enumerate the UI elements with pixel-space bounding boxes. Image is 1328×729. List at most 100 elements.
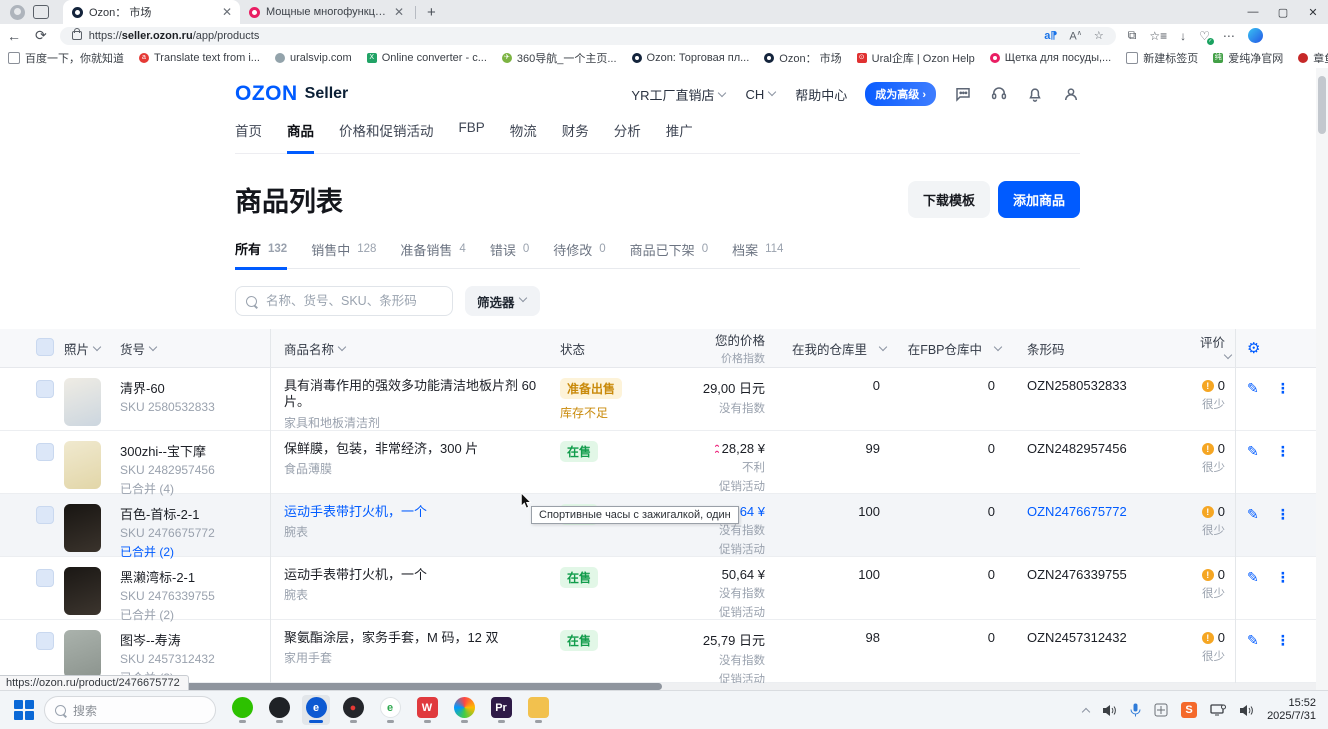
- sogou-input-icon[interactable]: S: [1181, 702, 1197, 718]
- taskbar-search[interactable]: 搜索: [44, 696, 216, 724]
- product-name[interactable]: 运动手表带打火机，一个: [284, 504, 560, 520]
- browser-tab-inactive[interactable]: Мощные многофункциональнь ✕: [240, 0, 412, 24]
- support-headset-icon[interactable]: [990, 85, 1008, 103]
- filter-tab[interactable]: 待修改0: [553, 239, 605, 268]
- chat-icon[interactable]: [954, 85, 972, 103]
- back-icon[interactable]: ←: [7, 28, 21, 44]
- browser-tab-active[interactable]: Ozon： 市场 ✕: [63, 0, 240, 24]
- display-device-icon[interactable]: [1210, 704, 1226, 717]
- row-more-icon[interactable]: ⋮: [1276, 557, 1290, 586]
- bookmark-item[interactable]: aTranslate text from i...: [139, 52, 260, 64]
- col-fbp-stock[interactable]: 在FBP仓库中: [890, 339, 1005, 358]
- edit-pencil-icon[interactable]: ✎: [1247, 431, 1259, 460]
- wechat-icon[interactable]: [228, 695, 256, 725]
- bookmark-item[interactable]: 章鱼AI: [1298, 50, 1328, 66]
- product-article[interactable]: 清界-60: [120, 378, 270, 397]
- nav-item-4[interactable]: 物流: [510, 120, 537, 154]
- edge-icon[interactable]: e: [302, 695, 330, 725]
- downloads-icon[interactable]: ↓: [1180, 29, 1186, 43]
- nav-item-3[interactable]: FBP: [459, 120, 485, 154]
- browser-profile-icon[interactable]: [10, 5, 25, 20]
- product-name[interactable]: 聚氨酯涂层，家务手套，M 码，12 双: [284, 630, 560, 646]
- store-selector[interactable]: YR工厂直销店: [631, 85, 727, 104]
- row-more-icon[interactable]: ⋮: [1276, 620, 1290, 649]
- row-checkbox[interactable]: [36, 443, 54, 461]
- filter-tab[interactable]: 准备销售4: [400, 239, 465, 268]
- tab-close-icon[interactable]: ✕: [394, 6, 404, 18]
- refresh-icon[interactable]: ⟳: [35, 27, 47, 44]
- collections-icon[interactable]: ☆≡: [1149, 29, 1167, 43]
- translate-icon[interactable]: a⁋: [1044, 29, 1057, 42]
- bookmark-item[interactable]: XOnline converter - c...: [367, 52, 487, 64]
- select-all-checkbox[interactable]: [36, 338, 54, 356]
- col-photo[interactable]: 照片: [64, 339, 120, 358]
- row-checkbox[interactable]: [36, 632, 54, 650]
- col-my-stock[interactable]: 在我的仓库里: [775, 339, 890, 358]
- row-more-icon[interactable]: ⋮: [1276, 368, 1290, 397]
- tray-chevron-up-icon[interactable]: [1081, 706, 1089, 714]
- speaker-icon[interactable]: [1239, 704, 1254, 717]
- close-button[interactable]: ✕: [1298, 0, 1328, 24]
- bookmark-item[interactable]: Ozon： 市场: [764, 50, 841, 66]
- vertical-scrollbar-thumb[interactable]: [1318, 76, 1326, 134]
- ie-icon[interactable]: e: [376, 695, 404, 725]
- barcode-value[interactable]: OZN2476675772: [1027, 504, 1127, 519]
- row-checkbox[interactable]: [36, 569, 54, 587]
- bookmark-item[interactable]: 纯爱纯净官网: [1213, 50, 1283, 66]
- split-screen-icon[interactable]: ⧉: [1128, 28, 1137, 43]
- table-settings-gear-icon[interactable]: ⚙: [1247, 339, 1260, 357]
- row-checkbox[interactable]: [36, 380, 54, 398]
- input-method-icon[interactable]: [1154, 703, 1168, 717]
- col-rating[interactable]: 评价: [1190, 332, 1235, 365]
- product-name[interactable]: 具有消毒作用的强效多功能清洁地板片剂 60 片。: [284, 378, 560, 411]
- nav-item-6[interactable]: 分析: [614, 120, 641, 154]
- nav-item-0[interactable]: 首页: [235, 120, 262, 154]
- row-more-icon[interactable]: ⋮: [1276, 494, 1290, 523]
- nav-item-5[interactable]: 财务: [562, 120, 589, 154]
- taskbar-clock[interactable]: 15:52 2025/7/31: [1267, 697, 1316, 723]
- address-bar[interactable]: https://seller.ozon.ru/app/products a⁋ A…: [60, 27, 1116, 45]
- help-center-link[interactable]: 帮助中心: [795, 85, 847, 104]
- read-aloud-icon[interactable]: A∧: [1069, 29, 1081, 43]
- browser-360-icon[interactable]: [450, 695, 478, 725]
- filter-tab[interactable]: 销售中128: [311, 239, 376, 268]
- product-article[interactable]: 图岑--寿涛: [120, 630, 270, 649]
- nav-item-products[interactable]: 商品: [287, 120, 314, 154]
- row-checkbox[interactable]: [36, 506, 54, 524]
- more-menu-icon[interactable]: ⋯: [1223, 29, 1235, 43]
- product-article[interactable]: 300zhi--宝下摩: [120, 441, 270, 460]
- url-text[interactable]: https://seller.ozon.ru/app/products: [89, 30, 1045, 42]
- nav-item-7[interactable]: 推广: [666, 120, 693, 154]
- product-article[interactable]: 黑濑湾标-2-1: [120, 567, 270, 586]
- filters-button[interactable]: 筛选器: [465, 286, 540, 316]
- edit-pencil-icon[interactable]: ✎: [1247, 494, 1259, 523]
- edit-pencil-icon[interactable]: ✎: [1247, 620, 1259, 649]
- bookmark-item[interactable]: ✈360导航_一个主页...: [502, 50, 617, 66]
- favorite-star-icon[interactable]: ☆: [1094, 29, 1104, 42]
- filter-tab[interactable]: 商品已下架0: [630, 239, 708, 268]
- edit-pencil-icon[interactable]: ✎: [1247, 368, 1259, 397]
- bookmark-item[interactable]: Щетка для посуды,...: [990, 52, 1111, 64]
- volume-icon[interactable]: [1102, 704, 1117, 717]
- filter-tab[interactable]: 错误0: [490, 239, 529, 268]
- product-search[interactable]: [235, 286, 453, 316]
- add-product-button[interactable]: 添加商品: [998, 181, 1080, 218]
- notifications-bell-icon[interactable]: [1026, 85, 1044, 103]
- edit-pencil-icon[interactable]: ✎: [1247, 557, 1259, 586]
- ozon-logo[interactable]: OZON: [235, 82, 298, 106]
- product-name[interactable]: 运动手表带打火机，一个: [284, 567, 560, 583]
- bookmark-item[interactable]: 百度一下，你就知道: [8, 50, 124, 66]
- col-name[interactable]: 商品名称: [270, 329, 560, 367]
- product-image[interactable]: [64, 378, 101, 426]
- folder-icon[interactable]: [524, 695, 552, 725]
- microphone-icon[interactable]: [1130, 703, 1141, 717]
- wps-icon[interactable]: W: [413, 695, 441, 725]
- premiere-icon[interactable]: Pr: [487, 695, 515, 725]
- row-more-icon[interactable]: ⋮: [1276, 431, 1290, 460]
- bookmark-item[interactable]: uralsvip.com: [275, 52, 352, 64]
- product-name[interactable]: 保鲜膜，包装，非常经济，300 片: [284, 441, 560, 457]
- premium-badge[interactable]: 成为高级 ›: [865, 82, 936, 106]
- product-image[interactable]: [64, 567, 101, 615]
- media-player-icon[interactable]: ●: [339, 695, 367, 725]
- col-article[interactable]: 货号: [120, 339, 270, 358]
